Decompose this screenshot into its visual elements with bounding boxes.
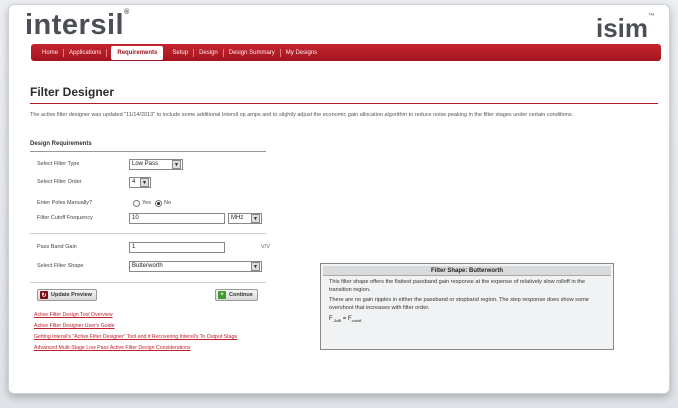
poles-yes-label: Yes: [142, 200, 151, 206]
brand-trademark: ™: [648, 13, 655, 20]
title-divider: [30, 103, 658, 104]
cutoff-label: Filter Cutoff Frequency: [37, 215, 93, 221]
filter-order-value: 4: [132, 179, 136, 185]
isim-brand[interactable]: isim™: [596, 13, 655, 44]
formula-sub-cutoff: cutoff: [351, 318, 362, 324]
brand-text: isim: [595, 13, 648, 43]
filter-order-row: Select Filter Order 4 ▼: [37, 176, 151, 188]
filter-shape-row: Select Filter Shape Butterworth ▼: [37, 260, 262, 272]
help-link[interactable]: Active Filter Design Tool Overview: [34, 312, 274, 319]
cutoff-input[interactable]: 10: [129, 212, 225, 224]
update-preview-label: Update Preview: [51, 292, 92, 298]
refresh-icon: ↻: [40, 291, 48, 299]
nav-design-summary[interactable]: Design Summary: [224, 48, 281, 57]
main-nav: Home Applications Requirements Setup Des…: [31, 44, 661, 61]
poles-no-radio[interactable]: [154, 199, 162, 207]
filter-shape-note: There are no gain ripples in either the …: [329, 297, 589, 311]
section-divider: [30, 151, 266, 152]
plus-icon: +: [218, 291, 226, 299]
page-title: Filter Designer: [30, 85, 115, 99]
chevron-down-icon: ▼: [251, 261, 260, 271]
nav-my-designs[interactable]: My Designs: [281, 49, 322, 57]
nav-setup[interactable]: Setup: [167, 48, 195, 57]
enter-poles-label: Enter Poles Manually?: [37, 200, 93, 206]
intersil-logo[interactable]: intersil®: [25, 9, 130, 42]
cutoff-row: Filter Cutoff Frequency 10 MHz ▼: [37, 212, 262, 224]
cutoff-unit-select[interactable]: MHz ▼: [228, 212, 262, 224]
nav-applications[interactable]: Applications: [64, 48, 108, 57]
filter-type-value: Low Pass: [132, 161, 159, 167]
passband-gain-row: Pass Band Gain 1 V/V: [37, 241, 270, 253]
filter-shape-info-title: Filter Shape: Butterworth: [323, 266, 611, 276]
continue-button[interactable]: + Continue: [215, 289, 258, 301]
nav-design[interactable]: Design: [194, 48, 224, 57]
filter-shape-info-box: Filter Shape: Butterworth This filter sh…: [320, 263, 614, 350]
filter-order-select[interactable]: 4 ▼: [129, 176, 151, 188]
passband-gain-unit: V/V: [261, 244, 270, 250]
filter-shape-description: This filter shape offers the flattest pa…: [329, 279, 586, 293]
button-divider: [30, 282, 266, 283]
cutoff-formula: F-3dB = Fcutoff: [329, 316, 605, 323]
chevron-down-icon: ▼: [140, 177, 149, 187]
help-link[interactable]: Active Filter Designer User's Guide: [34, 323, 274, 330]
intro-text: The active filter designer was updated "…: [30, 112, 574, 118]
filter-shape-select[interactable]: Butterworth ▼: [129, 260, 262, 272]
logo-registered-mark: ®: [124, 9, 130, 16]
poles-yes-radio[interactable]: [133, 199, 140, 207]
formula-sub-3db: -3dB: [332, 318, 342, 324]
poles-no-label: No: [163, 200, 172, 206]
logo-text: intersil: [25, 9, 125, 41]
section-heading: Design Requirements: [30, 141, 92, 147]
help-link[interactable]: Advanced Multi-Stage Low Pass Active Fil…: [34, 345, 274, 352]
enter-poles-row: Enter Poles Manually? Yes No: [37, 197, 171, 209]
chevron-down-icon: ▼: [172, 159, 181, 169]
passband-gain-input[interactable]: 1: [129, 241, 225, 253]
form-divider: [30, 233, 266, 234]
continue-label: Continue: [229, 292, 253, 298]
filter-type-row: Select Filter Type Low Pass ▼: [37, 158, 183, 170]
filter-type-select[interactable]: Low Pass ▼: [129, 158, 183, 170]
update-preview-button[interactable]: ↻ Update Preview: [37, 289, 97, 301]
nav-requirements[interactable]: Requirements: [111, 45, 164, 60]
filter-shape-value: Butterworth: [132, 263, 163, 269]
filter-order-label: Select Filter Order: [37, 179, 82, 185]
app-frame: intersil® isim™ Home Applications Requir…: [8, 4, 670, 394]
filter-type-label: Select Filter Type: [37, 161, 80, 167]
formula-equals: = F: [341, 316, 352, 323]
chevron-down-icon: ▼: [251, 213, 260, 223]
passband-gain-label: Pass Band Gain: [37, 244, 77, 250]
help-link[interactable]: Getting Intersil's "Active Filter Design…: [34, 334, 274, 341]
cutoff-unit-value: MHz: [231, 215, 244, 221]
filter-shape-label: Select Filter Shape: [37, 263, 84, 269]
help-links: Active Filter Design Tool Overview Activ…: [34, 312, 274, 356]
nav-home[interactable]: Home: [37, 48, 65, 57]
